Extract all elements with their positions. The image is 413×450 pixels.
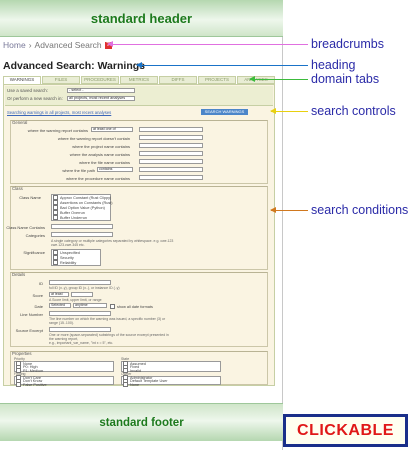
date-range-select[interactable]: anytime [73, 303, 107, 308]
significance-reliability[interactable]: Reliability [53, 260, 76, 265]
breadcrumbs-arrow [107, 41, 308, 47]
source-excerpt-label: Source Excerpt [15, 328, 43, 333]
general-section-title: General [12, 120, 28, 125]
domain-tabs-arrow [249, 76, 308, 82]
details-section: Details ID full ID (x..y), group ID (x..… [10, 272, 268, 347]
heading-annotation: heading [311, 58, 356, 72]
search-panel: Use a saved search: - select - Or perfor… [3, 84, 275, 387]
score-input[interactable] [71, 292, 93, 297]
project-name-label: where the project name contains [72, 144, 130, 149]
file-path-input[interactable] [139, 167, 203, 172]
search-warnings-button[interactable]: SEARCH WARNINGS [201, 109, 248, 115]
id-input[interactable] [49, 280, 111, 285]
owner-none[interactable]: None [123, 382, 139, 387]
score-hint: A Score limit, upper limit, or range [49, 298, 102, 302]
general-section: General where the warning report contain… [10, 120, 268, 184]
warning-report-match-select[interactable]: at least one of [91, 127, 133, 132]
procedure-name-label: where the procedure name contains [66, 176, 130, 181]
breadcrumb-separator: › [28, 40, 32, 50]
saved-search-select[interactable]: - select - [67, 88, 135, 93]
search-conditions-arrow [270, 207, 308, 213]
properties-section: Properties Priority None P0: High P1: Me… [10, 351, 268, 387]
search-controls-annotation: search controls [311, 104, 396, 118]
search-conditions-annotation: search conditions [311, 203, 409, 217]
standard-header-label: standard header [90, 10, 193, 26]
file-path-label: where the file path [62, 168, 95, 173]
file-path-match-select[interactable]: contains [97, 167, 133, 172]
breadcrumb: Home › Advanced Search ? [3, 38, 112, 52]
properties-section-title: Properties [12, 351, 32, 356]
class-name-contains-label: Class Name Contains [6, 225, 45, 230]
heading-arrow [136, 62, 308, 68]
class-name-contains-input[interactable] [51, 224, 113, 229]
source-excerpt-hint: One or more (space-separated) substrings… [49, 333, 169, 341]
analysis-name-label: where the analysis name contains [69, 152, 130, 157]
class-option-5[interactable]: Buffer Underrun [53, 215, 87, 220]
perform-search-label: Or perform a new search in: [7, 96, 63, 101]
id-hint: full ID (x..y), group ID (x..), or insta… [49, 286, 120, 290]
file-name-input[interactable] [139, 159, 203, 164]
standard-header: standard header [0, 0, 283, 37]
warning-report-contains-input[interactable] [139, 127, 203, 132]
score-label: Score [32, 293, 43, 298]
categories-label: Categories [25, 233, 45, 238]
source-excerpt-input[interactable] [49, 327, 111, 332]
tab-metrics[interactable]: METRICS [120, 76, 158, 84]
clickable-legend-box: CLICKABLE [285, 416, 406, 445]
line-number-hint: The line number on which the warning was… [49, 317, 166, 325]
tab-procedures[interactable]: PROCEDURES [81, 76, 119, 84]
details-section-title: Details [12, 272, 26, 277]
finding-false-positive[interactable]: False Positive [16, 382, 47, 387]
page-heading: Advanced Search: Warnings [3, 60, 145, 72]
line-number-input[interactable] [49, 311, 111, 316]
project-name-input[interactable] [139, 143, 203, 148]
tab-warnings[interactable]: WARNINGS [3, 76, 41, 84]
breadcrumb-current: Advanced Search [34, 40, 102, 50]
breadcrumb-home-link[interactable]: Home [3, 40, 26, 50]
warning-report-not-contains-label: where the warning report doesn't contain [57, 136, 130, 141]
date-label: Date [34, 304, 43, 309]
tab-files[interactable]: FILES [42, 76, 80, 84]
class-name-label: Class Name [19, 195, 41, 200]
warning-report-not-contains-input[interactable] [139, 135, 203, 140]
categories-input[interactable] [51, 232, 113, 237]
categories-hint: A single category or multiple categories… [51, 239, 174, 247]
search-controls: Use a saved search: - select - Or perfor… [5, 86, 273, 106]
tab-projects[interactable]: PROJECTS [198, 76, 236, 84]
date-mode-select[interactable]: Selected [49, 303, 71, 308]
source-excerpt-example: e.g., important_var_name, "int x = 5", e… [49, 341, 114, 345]
procedure-name-input[interactable] [139, 175, 203, 180]
standard-footer-label: standard footer [99, 416, 184, 429]
standard-footer: standard footer [0, 403, 283, 441]
class-section: Class Class Name Approx Constant (Rust C… [6, 186, 268, 270]
tab-analyses[interactable]: ANALYSES [237, 76, 275, 84]
search-controls-arrow [270, 108, 308, 114]
domain-tabs-annotation: domain tabs [311, 72, 380, 86]
saved-search-label: Use a saved search: [7, 88, 49, 93]
score-comparison-select[interactable]: at least [49, 292, 69, 297]
clickable-legend-label: CLICKABLE [297, 421, 394, 439]
breadcrumbs-annotation: breadcrumbs [311, 37, 384, 51]
show-all-date-formats-checkbox[interactable]: show all date formats [110, 304, 153, 309]
analysis-name-input[interactable] [139, 151, 203, 156]
clickable-legend: CLICKABLE [283, 414, 408, 447]
line-number-label: Line Number [20, 312, 43, 317]
class-section-title: Class [12, 186, 23, 191]
tab-diffs[interactable]: DIFFS [159, 76, 197, 84]
domain-tabs: WARNINGS FILES PROCEDURES METRICS DIFFS … [3, 76, 275, 84]
search-scope-link[interactable]: Searching warnings in all projects, most… [7, 110, 111, 115]
search-scope-select[interactable]: all projects, most recent analyses [67, 96, 135, 101]
warning-report-contains-label: where the warning report contains [27, 128, 88, 133]
significance-label: Significance [23, 250, 45, 255]
file-name-label: where the file name contains [79, 160, 130, 165]
id-label: ID [39, 281, 43, 286]
